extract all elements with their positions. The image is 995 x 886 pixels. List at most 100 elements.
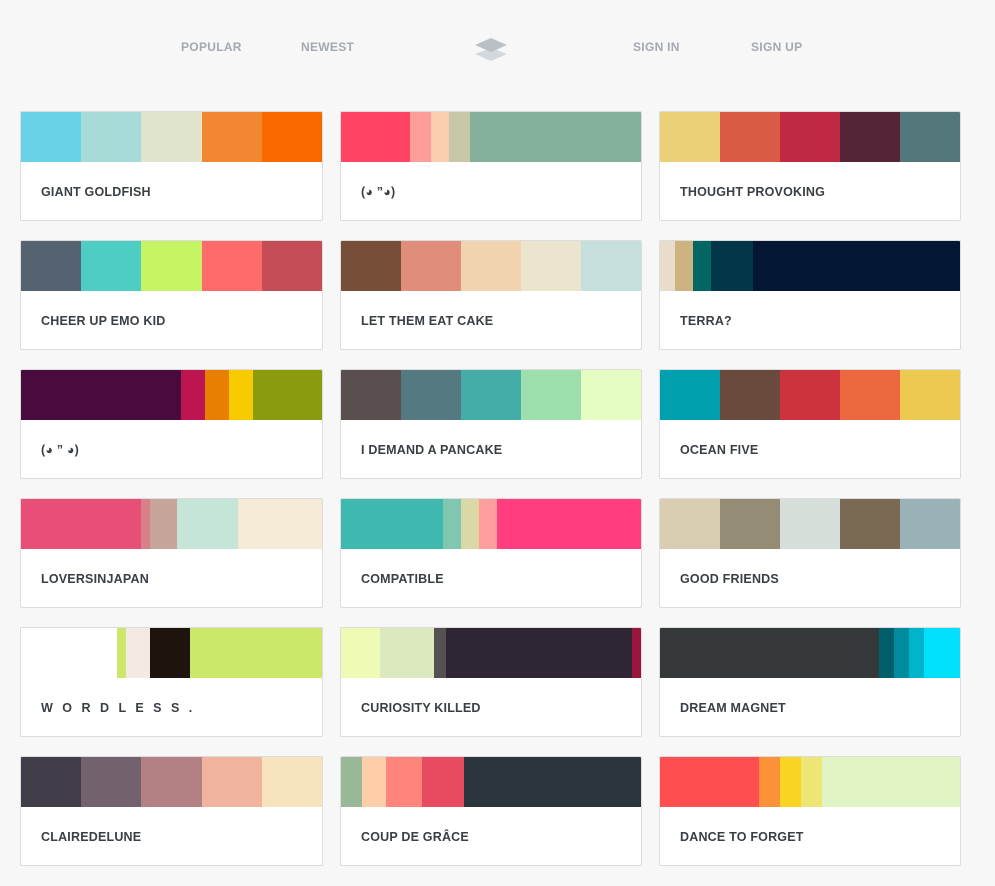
palette-title[interactable]: I DEMAND A PANCAKE <box>341 420 641 457</box>
color-swatch[interactable] <box>900 112 960 162</box>
palette-swatches[interactable] <box>341 370 641 420</box>
palette-title[interactable]: COUP DE GRÂCE <box>341 807 641 844</box>
color-swatch[interactable] <box>801 757 822 807</box>
color-swatch[interactable] <box>521 241 581 291</box>
color-swatch[interactable] <box>401 370 461 420</box>
color-swatch[interactable] <box>401 241 461 291</box>
palette-title[interactable]: (◕ ” ◕) <box>21 420 322 457</box>
color-swatch[interactable] <box>81 241 142 291</box>
color-swatch[interactable] <box>141 241 202 291</box>
color-swatch[interactable] <box>632 628 641 678</box>
color-swatch[interactable] <box>924 628 960 678</box>
palette-card[interactable]: TERRA? <box>659 240 961 350</box>
color-swatch[interactable] <box>261 757 322 807</box>
color-swatch[interactable] <box>470 112 641 162</box>
palette-swatches[interactable] <box>660 241 960 291</box>
color-swatch[interactable] <box>780 757 801 807</box>
color-swatch[interactable] <box>521 370 581 420</box>
color-swatch[interactable] <box>189 628 322 678</box>
color-swatch[interactable] <box>341 112 410 162</box>
palette-swatches[interactable] <box>341 757 641 807</box>
color-swatch[interactable] <box>443 499 461 549</box>
color-swatch[interactable] <box>822 757 960 807</box>
color-swatch[interactable] <box>720 112 780 162</box>
nav-sign-up-link[interactable]: SIGN UP <box>751 40 802 54</box>
palette-title[interactable]: COMPATIBLE <box>341 549 641 586</box>
color-swatch[interactable] <box>261 241 322 291</box>
palette-swatches[interactable] <box>21 628 322 678</box>
palette-title[interactable]: DANCE TO FORGET <box>660 807 960 844</box>
color-swatch[interactable] <box>380 628 434 678</box>
palette-card[interactable]: GIANT GOLDFISH <box>20 111 323 221</box>
color-swatch[interactable] <box>341 628 380 678</box>
color-swatch[interactable] <box>341 757 362 807</box>
color-swatch[interactable] <box>410 112 431 162</box>
color-swatch[interactable] <box>228 370 253 420</box>
palette-swatches[interactable] <box>341 241 641 291</box>
palette-title[interactable]: GOOD FRIENDS <box>660 549 960 586</box>
palette-swatches[interactable] <box>21 241 322 291</box>
palette-swatches[interactable] <box>660 370 960 420</box>
color-swatch[interactable] <box>21 112 82 162</box>
color-swatch[interactable] <box>141 757 202 807</box>
color-swatch[interactable] <box>900 370 960 420</box>
color-swatch[interactable] <box>150 628 190 678</box>
color-swatch[interactable] <box>759 757 780 807</box>
palette-swatches[interactable] <box>21 757 322 807</box>
color-swatch[interactable] <box>660 241 675 291</box>
color-swatch[interactable] <box>141 112 202 162</box>
palette-card[interactable]: DANCE TO FORGET <box>659 756 961 866</box>
color-swatch[interactable] <box>464 757 641 807</box>
palette-title[interactable]: (◕ ”◕) <box>341 162 641 199</box>
color-swatch[interactable] <box>201 112 262 162</box>
color-swatch[interactable] <box>362 757 386 807</box>
color-swatch[interactable] <box>497 499 641 549</box>
color-swatch[interactable] <box>422 757 464 807</box>
palette-card[interactable]: COMPATIBLE <box>340 498 642 608</box>
color-swatch[interactable] <box>81 757 142 807</box>
color-swatch[interactable] <box>660 628 879 678</box>
color-swatch[interactable] <box>431 112 449 162</box>
palette-title[interactable]: W O R D L E S S . <box>21 678 322 715</box>
color-swatch[interactable] <box>117 628 127 678</box>
palette-title[interactable]: LOVERSINJAPAN <box>21 549 322 586</box>
color-swatch[interactable] <box>840 499 900 549</box>
color-swatch[interactable] <box>840 112 900 162</box>
palette-card[interactable]: COUP DE GRÂCE <box>340 756 642 866</box>
color-swatch[interactable] <box>237 499 322 549</box>
palette-swatches[interactable] <box>660 499 960 549</box>
color-swatch[interactable] <box>900 499 960 549</box>
color-swatch[interactable] <box>461 499 479 549</box>
palette-title[interactable]: TERRA? <box>660 291 960 328</box>
palette-card[interactable]: GOOD FRIENDS <box>659 498 961 608</box>
palette-swatches[interactable] <box>660 628 960 678</box>
color-swatch[interactable] <box>660 112 720 162</box>
color-swatch[interactable] <box>261 112 322 162</box>
color-swatch[interactable] <box>434 628 446 678</box>
color-swatch[interactable] <box>660 370 720 420</box>
color-swatch[interactable] <box>341 499 443 549</box>
nav-sign-in-link[interactable]: SIGN IN <box>633 40 680 54</box>
color-swatch[interactable] <box>201 241 262 291</box>
color-swatch[interactable] <box>341 370 401 420</box>
color-swatch[interactable] <box>126 628 151 678</box>
palette-card[interactable]: THOUGHT PROVOKING <box>659 111 961 221</box>
palette-card[interactable]: LOVERSINJAPAN <box>20 498 323 608</box>
palette-title[interactable]: OCEAN FIVE <box>660 420 960 457</box>
palette-card[interactable]: DREAM MAGNET <box>659 627 961 737</box>
color-swatch[interactable] <box>711 241 753 291</box>
color-swatch[interactable] <box>449 112 470 162</box>
color-swatch[interactable] <box>780 370 840 420</box>
color-swatch[interactable] <box>581 241 641 291</box>
palette-card[interactable]: (◕ ”◕) <box>340 111 642 221</box>
color-swatch[interactable] <box>660 499 720 549</box>
color-swatch[interactable] <box>21 757 82 807</box>
color-swatch[interactable] <box>581 370 641 420</box>
palette-title[interactable]: CLAIREDELUNE <box>21 807 322 844</box>
palette-card[interactable]: (◕ ” ◕) <box>20 369 323 479</box>
nav-popular-link[interactable]: POPULAR <box>181 40 242 54</box>
palette-card[interactable]: OCEAN FIVE <box>659 369 961 479</box>
color-swatch[interactable] <box>386 757 422 807</box>
palette-card[interactable]: W O R D L E S S . <box>20 627 323 737</box>
palette-title[interactable]: GIANT GOLDFISH <box>21 162 322 199</box>
